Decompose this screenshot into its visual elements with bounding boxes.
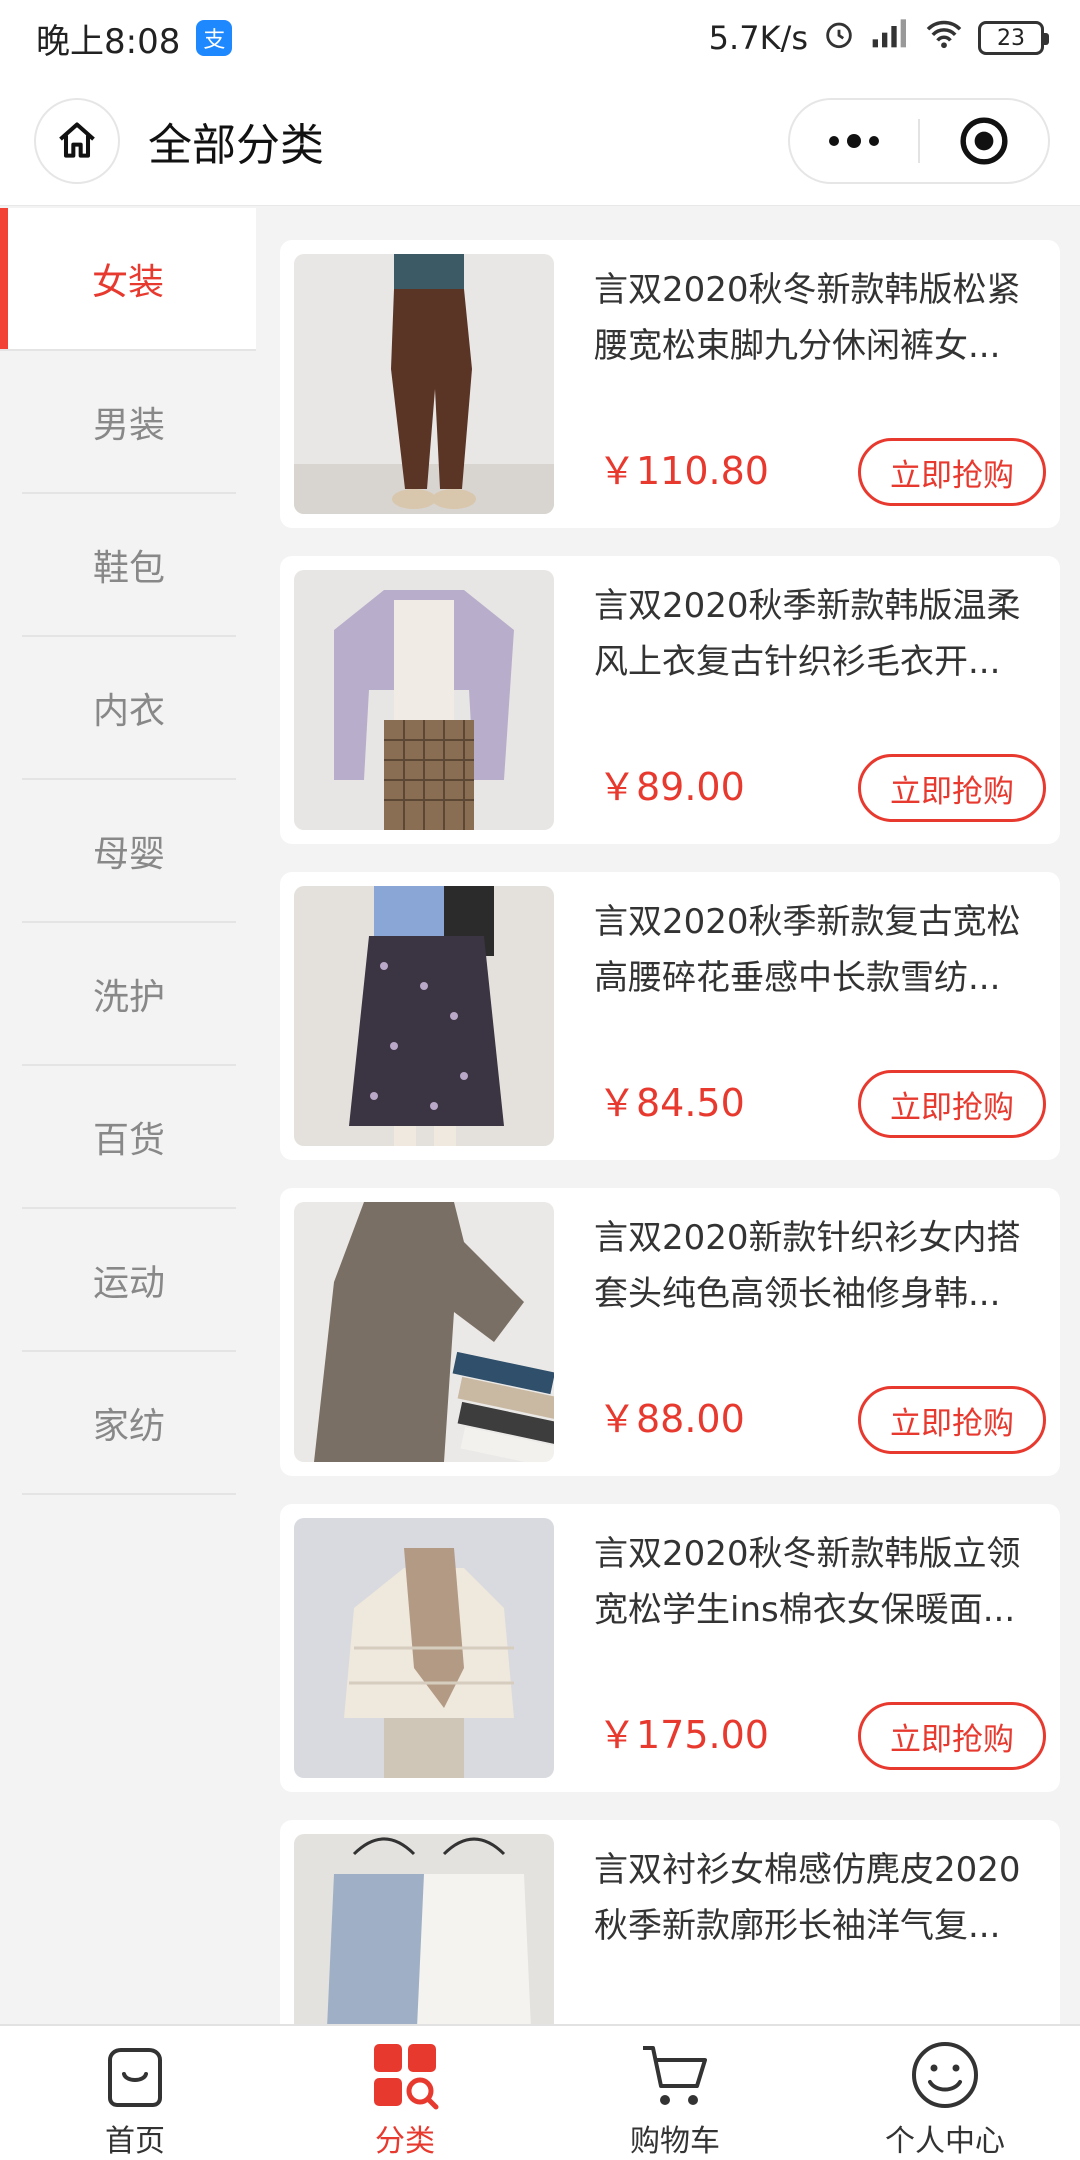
page-title: 全部分类: [148, 119, 324, 171]
battery-icon: 23: [978, 21, 1049, 55]
product-image[interactable]: [294, 1834, 554, 2024]
product-title: 言双2020秋季新款复古宽松高腰碎花垂感中长款雪纺...: [594, 902, 1021, 998]
sidebar-item-label: 母婴: [92, 833, 165, 875]
tab-label: 购物车: [630, 2124, 720, 2159]
tab-cart[interactable]: 购物车: [540, 2026, 810, 2160]
sidebar-item-sports[interactable]: 运动: [22, 1209, 236, 1352]
sidebar-item-underwear[interactable]: 内衣: [22, 637, 236, 780]
product-card[interactable]: 言双2020秋冬新款韩版松紧腰宽松束脚九分休闲裤女... ￥110.80 立即抢…: [280, 240, 1060, 528]
product-image[interactable]: [294, 254, 554, 514]
sidebar-item-label: 百货: [92, 1119, 165, 1161]
sidebar-item-label: 鞋包: [92, 547, 165, 589]
smile-icon: [908, 2038, 982, 2112]
category-sidebar: 女装 男装 鞋包 内衣 母婴 洗护 百货 运动 家纺: [0, 208, 256, 2024]
tab-label: 分类: [375, 2124, 435, 2159]
target-icon: [960, 117, 1008, 165]
sidebar-item-mens[interactable]: 男装: [22, 351, 236, 494]
buy-now-button[interactable]: 立即抢购: [858, 1386, 1046, 1454]
product-title: 言双2020秋季新款韩版温柔风上衣复古针织衫毛衣开...: [594, 586, 1021, 682]
tab-label: 首页: [105, 2124, 165, 2159]
product-title: 言双衬衫女棉感仿麂皮2020秋季新款廓形长袖洋气复...: [594, 1850, 1021, 1946]
product-card[interactable]: 言双2020秋季新款韩版温柔风上衣复古针织衫毛衣开... ￥89.00 立即抢购: [280, 556, 1060, 844]
product-card[interactable]: 言双2020秋季新款复古宽松高腰碎花垂感中长款雪纺... ￥84.50 立即抢购: [280, 872, 1060, 1160]
signal-icon: [870, 18, 910, 58]
product-image[interactable]: [294, 886, 554, 1146]
sidebar-item-shoes-bags[interactable]: 鞋包: [22, 494, 236, 637]
product-price: ￥84.50: [598, 1081, 745, 1125]
cart-icon: [638, 2038, 712, 2112]
product-card[interactable]: 言双2020秋冬新款韩版立领宽松学生ins棉衣女保暖面... ￥175.00 立…: [280, 1504, 1060, 1792]
product-list: 言双2020秋冬新款韩版松紧腰宽松束脚九分休闲裤女... ￥110.80 立即抢…: [280, 240, 1060, 2024]
sidebar-item-general[interactable]: 百货: [22, 1066, 236, 1209]
product-price: ￥88.00: [598, 1397, 745, 1441]
status-bar: 晚上8:08 支 5.7K/s 23: [0, 0, 1080, 76]
home-button[interactable]: [34, 97, 120, 184]
product-price: ￥175.00: [598, 1713, 769, 1757]
net-speed: 5.7K/s: [708, 19, 808, 57]
product-image[interactable]: [294, 570, 554, 830]
sidebar-item-label: 内衣: [92, 690, 165, 732]
sidebar-item-womens[interactable]: 女装: [0, 208, 256, 351]
wifi-icon: [924, 18, 964, 58]
more-button[interactable]: [790, 100, 918, 182]
status-time: 晚上8:08: [36, 21, 181, 62]
tab-category[interactable]: 分类: [270, 2026, 540, 2160]
sidebar-item-label: 洗护: [92, 976, 165, 1018]
sidebar-item-label: 男装: [92, 404, 165, 446]
tab-bar: 首页 分类 购物车 个人中心: [0, 2024, 1080, 2160]
buy-now-button[interactable]: 立即抢购: [858, 1070, 1046, 1138]
status-right: 5.7K/s 23: [708, 17, 1049, 59]
sidebar-item-label: 女装: [91, 261, 164, 303]
sidebar-item-label: 运动: [92, 1262, 165, 1304]
title-bar: 全部分类: [0, 76, 1080, 206]
product-title: 言双2020秋冬新款韩版松紧腰宽松束脚九分休闲裤女...: [594, 270, 1021, 366]
product-title: 言双2020新款针织衫女内搭套头纯色高领长袖修身韩...: [594, 1218, 1021, 1314]
tab-home[interactable]: 首页: [0, 2026, 270, 2160]
mini-program-capsule: [788, 98, 1050, 184]
tab-profile[interactable]: 个人中心: [810, 2026, 1080, 2160]
sidebar-item-care[interactable]: 洗护: [22, 923, 236, 1066]
home-icon: [59, 121, 95, 158]
status-left: 晚上8:08 支: [36, 14, 233, 63]
home-bag-icon: [98, 2038, 172, 2112]
product-image[interactable]: [294, 1518, 554, 1778]
category-icon: [368, 2038, 442, 2112]
sidebar-item-baby[interactable]: 母婴: [22, 780, 236, 923]
product-title: 言双2020秋冬新款韩版立领宽松学生ins棉衣女保暖面...: [594, 1534, 1021, 1630]
product-card[interactable]: 言双2020新款针织衫女内搭套头纯色高领长袖修身韩... ￥88.00 立即抢购: [280, 1188, 1060, 1476]
buy-now-button[interactable]: 立即抢购: [858, 754, 1046, 822]
tab-label: 个人中心: [885, 2124, 1005, 2159]
alipay-icon: 支: [196, 20, 233, 56]
product-price: ￥110.80: [598, 449, 769, 493]
sidebar-item-home-textiles[interactable]: 家纺: [22, 1352, 236, 1495]
product-card[interactable]: 言双衬衫女棉感仿麂皮2020秋季新款廓形长袖洋气复...: [280, 1820, 1060, 2024]
product-image[interactable]: [294, 1202, 554, 1462]
buy-now-button[interactable]: 立即抢购: [858, 1702, 1046, 1770]
more-dots-icon: [829, 134, 879, 148]
buy-now-button[interactable]: 立即抢购: [858, 438, 1046, 506]
sidebar-item-label: 家纺: [92, 1405, 165, 1447]
alarm-icon: [822, 17, 856, 59]
close-mini-program-button[interactable]: [920, 100, 1048, 182]
product-price: ￥89.00: [598, 765, 745, 809]
